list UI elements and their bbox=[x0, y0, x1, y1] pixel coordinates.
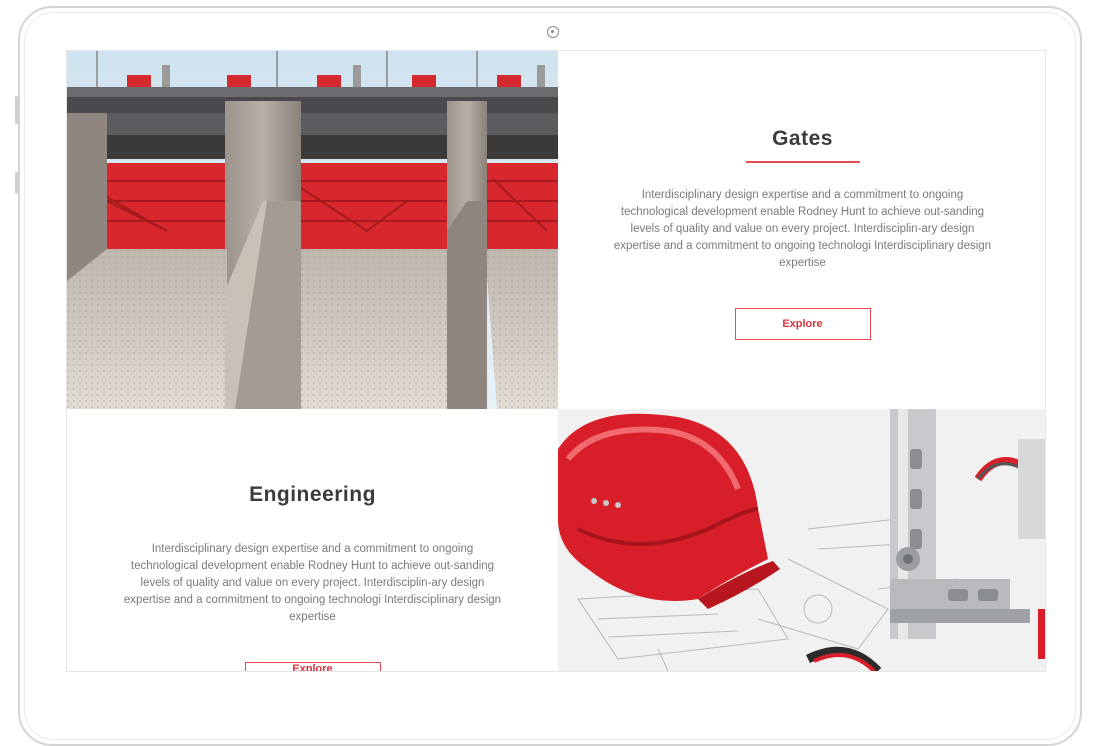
gates-description: Interdisciplinary design expertise and a… bbox=[613, 189, 992, 269]
hard-hat-illustration bbox=[558, 409, 1045, 671]
engineering-title: Engineering bbox=[249, 483, 376, 506]
side-button bbox=[15, 96, 18, 124]
dam-gates-photo bbox=[67, 51, 558, 409]
dam-gates-illustration bbox=[67, 51, 558, 409]
gates-title: Gates bbox=[772, 127, 833, 150]
gates-explore-button[interactable]: Explore bbox=[734, 307, 871, 340]
laptop-screen: Gates Interdisciplinary design expertise… bbox=[66, 50, 1046, 672]
gates-section: Gates Interdisciplinary design expertise… bbox=[558, 51, 1045, 409]
side-button bbox=[15, 172, 18, 194]
engineering-section: Engineering Interdisciplinary design exp… bbox=[67, 409, 558, 671]
engineering-description: Interdisciplinary design expertise and a… bbox=[123, 543, 502, 623]
engineering-explore-button[interactable]: Explore bbox=[244, 661, 381, 671]
hard-hat-blueprint-photo bbox=[558, 409, 1045, 671]
gates-title-underline bbox=[745, 161, 860, 163]
camera-icon bbox=[547, 26, 559, 38]
